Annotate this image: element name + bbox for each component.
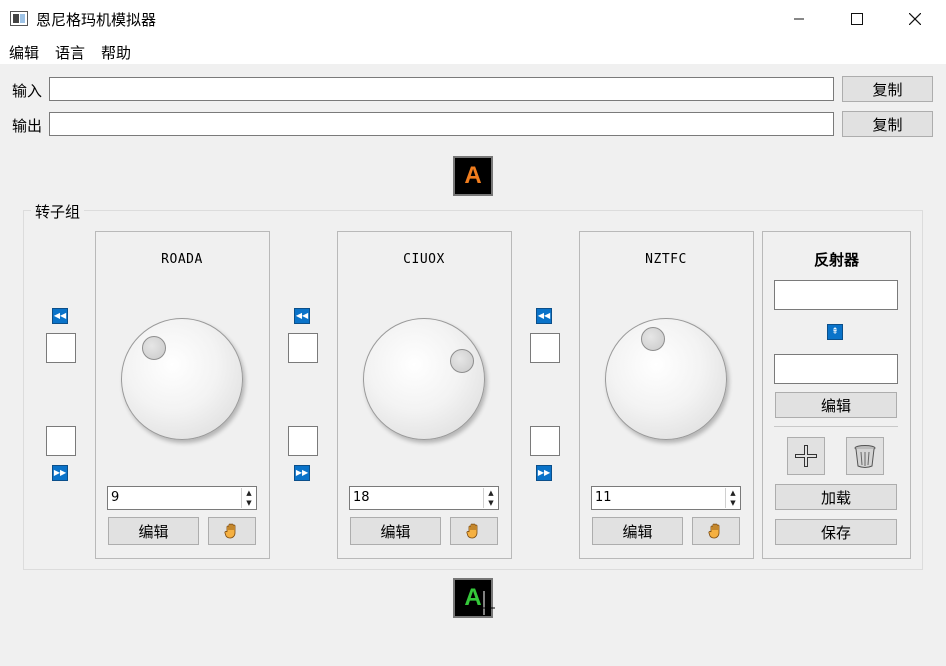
reflector-add-button[interactable] [787,437,825,475]
rotor3-position-spinbox[interactable]: 11 ▲ ▼ [591,486,741,510]
rotor2-lower-plug[interactable] [288,426,318,456]
rotor2-hand-button[interactable] [450,517,498,545]
reflector-title: 反射器 [813,251,859,269]
rotor3-lower-plug[interactable] [530,426,560,456]
trash-icon [854,445,876,468]
rotor2-spin-arrows[interactable]: ▲ ▼ [483,488,497,508]
hand-icon [466,523,478,539]
rotor3-step-back-button[interactable]: ◀◀ [536,308,552,324]
maximize-button[interactable] [828,0,886,38]
rotor3-name: NZTFC [645,252,687,267]
output-field[interactable] [49,112,834,136]
rotor3-spin-arrows[interactable]: ▲ ▼ [725,488,739,508]
rotor1-knob-marker [142,336,166,360]
rotor1-position-spinbox[interactable]: 9 ▲ ▼ [107,486,257,510]
output-lamp-letter: A [464,162,482,189]
minimize-button[interactable] [770,0,828,38]
rotor2-knob-marker [450,349,474,373]
rewind-icon: ◀◀ [53,311,67,320]
swap-up-icon: ⇞ [831,327,839,337]
rewind-icon: ◀◀ [537,311,551,320]
rotor2-upper-plug[interactable] [288,333,318,363]
rotor1-name: ROADA [161,252,203,267]
rotor-group-title: 转子组 [31,201,85,222]
rotor2-edit-button[interactable]: 编辑 [350,517,441,545]
menu-edit[interactable]: 编辑 [9,42,39,63]
reflector-field-1[interactable] [774,280,898,310]
input-label: 输入 [12,82,43,100]
reflector-divider [774,426,898,427]
rotor2-position-value: 18 [353,490,370,505]
rotor1-step-back-button[interactable]: ◀◀ [52,308,68,324]
menu-bar [0,38,946,64]
fast-forward-icon: ▶▶ [537,468,551,477]
reflector-field-2[interactable] [774,354,898,384]
fast-forward-icon: ▶▶ [53,468,67,477]
rotor2-name: CIUOX [403,252,445,267]
output-lamp: A [453,156,493,196]
rotor1-step-forward-button[interactable]: ▶▶ [52,465,68,481]
reflector-save-button[interactable]: 保存 [775,519,897,545]
rotor1-knob[interactable] [121,318,243,440]
hand-icon [224,523,236,539]
spin-down-icon[interactable]: ▼ [726,498,740,508]
rotor3-upper-plug[interactable] [530,333,560,363]
reflector-load-button[interactable]: 加载 [775,484,897,510]
rotor1-edit-button[interactable]: 编辑 [108,517,199,545]
reflector-swap-button[interactable]: ⇞ [827,324,843,340]
spin-down-icon[interactable]: ▼ [242,498,256,508]
rotor3-hand-button[interactable] [692,517,740,545]
input-field[interactable] [49,77,834,101]
rotor3-knob-marker [641,327,665,351]
rotor3-knob[interactable] [605,318,727,440]
plus-icon [795,445,817,467]
menu-language[interactable]: 语言 [55,42,85,63]
minimize-icon [794,18,804,20]
reflector-edit-button[interactable]: 编辑 [775,392,897,418]
rotor3-edit-button[interactable]: 编辑 [592,517,683,545]
rotor3-step-forward-button[interactable]: ▶▶ [536,465,552,481]
spin-down-icon[interactable]: ▼ [484,498,498,508]
reflector-delete-button[interactable] [846,437,884,475]
copy-output-button[interactable]: 复制 [842,111,933,137]
close-icon [909,13,921,25]
rotor3-position-value: 11 [595,490,612,505]
app-icon [10,11,28,26]
rotor2-position-spinbox[interactable]: 18 ▲ ▼ [349,486,499,510]
close-button[interactable] [886,0,944,38]
rotor2-step-back-button[interactable]: ◀◀ [294,308,310,324]
hand-icon [708,523,720,539]
rotor1-position-value: 9 [111,490,120,505]
menu-help[interactable]: 帮助 [101,42,131,63]
rotor1-lower-plug[interactable] [46,426,76,456]
maximize-icon [851,13,863,25]
rotor2-step-forward-button[interactable]: ▶▶ [294,465,310,481]
window-title: 恩尼格玛机模拟器 [36,11,157,29]
rotor1-spin-arrows[interactable]: ▲ ▼ [241,488,255,508]
text-cursor-icon [475,588,497,618]
rewind-icon: ◀◀ [295,311,309,320]
rotor1-upper-plug[interactable] [46,333,76,363]
rotor2-knob[interactable] [363,318,485,440]
fast-forward-icon: ▶▶ [295,468,309,477]
output-label: 输出 [12,117,43,135]
rotor1-hand-button[interactable] [208,517,256,545]
copy-input-button[interactable]: 复制 [842,76,933,102]
